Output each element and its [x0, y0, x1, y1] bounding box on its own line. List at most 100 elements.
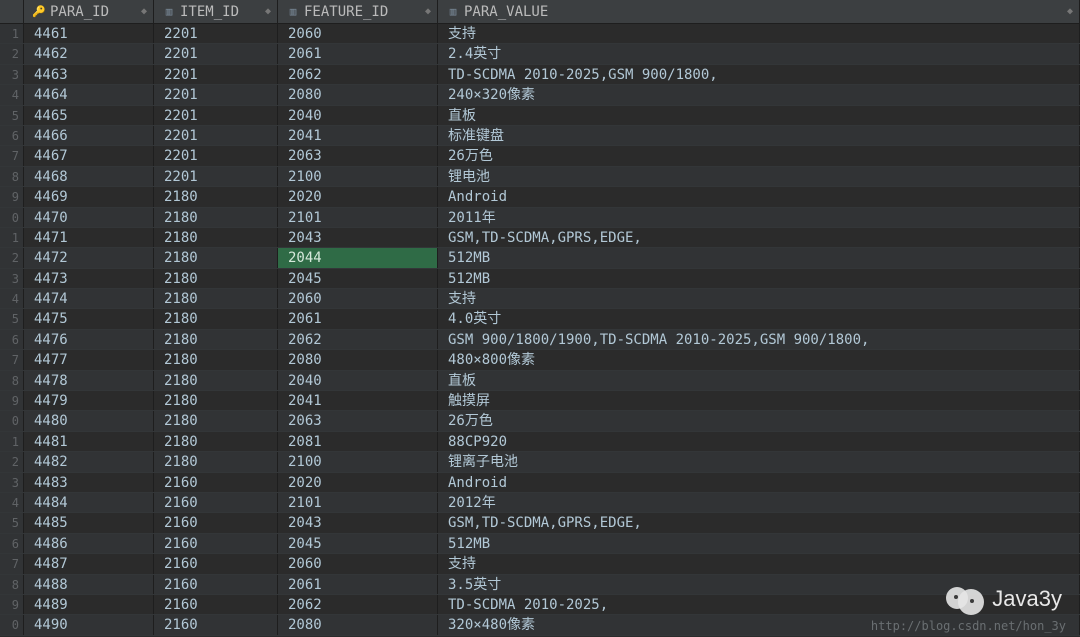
cell-para-value[interactable]: 2012年 — [438, 493, 1080, 512]
cell-para-value[interactable]: GSM 900/1800/1900,TD-SCDMA 2010-2025,GSM… — [438, 330, 1080, 349]
cell-para-id[interactable]: 4478 — [24, 371, 154, 390]
table-row[interactable]: 9447921802041触摸屏 — [0, 391, 1080, 411]
cell-feature-id[interactable]: 2061 — [278, 575, 438, 594]
cell-item-id[interactable]: 2160 — [154, 575, 278, 594]
table-row[interactable]: 2447221802044512MB — [0, 248, 1080, 268]
cell-para-id[interactable]: 4479 — [24, 391, 154, 410]
cell-feature-id[interactable]: 2044 — [278, 248, 438, 267]
cell-para-value[interactable]: Android — [438, 473, 1080, 492]
cell-item-id[interactable]: 2180 — [154, 452, 278, 471]
cell-para-id[interactable]: 4463 — [24, 65, 154, 84]
cell-feature-id[interactable]: 2100 — [278, 452, 438, 471]
table-row[interactable]: 044802180206326万色 — [0, 411, 1080, 431]
cell-feature-id[interactable]: 2061 — [278, 44, 438, 63]
cell-para-id[interactable]: 4483 — [24, 473, 154, 492]
cell-item-id[interactable]: 2180 — [154, 411, 278, 430]
cell-para-id[interactable]: 4468 — [24, 167, 154, 186]
cell-para-value[interactable]: 直板 — [438, 106, 1080, 125]
table-row[interactable]: 24462220120612.4英寸 — [0, 44, 1080, 64]
cell-feature-id[interactable]: 2062 — [278, 330, 438, 349]
cell-feature-id[interactable]: 2080 — [278, 85, 438, 104]
cell-item-id[interactable]: 2160 — [154, 554, 278, 573]
cell-para-value[interactable]: TD-SCDMA 2010-2025, — [438, 595, 1080, 614]
cell-para-id[interactable]: 4464 — [24, 85, 154, 104]
cell-feature-id[interactable]: 2045 — [278, 534, 438, 553]
cell-item-id[interactable]: 2180 — [154, 309, 278, 328]
table-row[interactable]: 9446921802020Android — [0, 187, 1080, 207]
table-row[interactable]: 7448721602060支持 — [0, 554, 1080, 574]
table-row[interactable]: 4447421802060支持 — [0, 289, 1080, 309]
column-header-para-id[interactable]: 🔑 PARA_ID ◆ — [24, 0, 154, 23]
cell-para-id[interactable]: 4484 — [24, 493, 154, 512]
column-header-item-id[interactable]: ▥ ITEM_ID ◆ — [154, 0, 278, 23]
cell-para-value[interactable]: 4.0英寸 — [438, 309, 1080, 328]
cell-item-id[interactable]: 2201 — [154, 24, 278, 43]
cell-para-id[interactable]: 4470 — [24, 208, 154, 227]
cell-item-id[interactable]: 2180 — [154, 330, 278, 349]
cell-para-value[interactable]: 2011年 — [438, 208, 1080, 227]
cell-item-id[interactable]: 2201 — [154, 167, 278, 186]
cell-item-id[interactable]: 2201 — [154, 106, 278, 125]
cell-para-id[interactable]: 4474 — [24, 289, 154, 308]
cell-feature-id[interactable]: 2080 — [278, 350, 438, 369]
table-row[interactable]: 9448921602062TD-SCDMA 2010-2025, — [0, 595, 1080, 615]
cell-para-value[interactable]: 3.5英寸 — [438, 575, 1080, 594]
cell-feature-id[interactable]: 2101 — [278, 208, 438, 227]
cell-para-value[interactable]: 26万色 — [438, 146, 1080, 165]
cell-feature-id[interactable]: 2060 — [278, 554, 438, 573]
cell-item-id[interactable]: 2180 — [154, 248, 278, 267]
cell-para-value[interactable]: 2.4英寸 — [438, 44, 1080, 63]
cell-item-id[interactable]: 2201 — [154, 126, 278, 145]
table-row[interactable]: 6446622012041标准键盘 — [0, 126, 1080, 146]
cell-para-value[interactable]: 26万色 — [438, 411, 1080, 430]
table-row[interactable]: 2448221802100锂离子电池 — [0, 452, 1080, 472]
cell-item-id[interactable]: 2160 — [154, 534, 278, 553]
cell-feature-id[interactable]: 2063 — [278, 146, 438, 165]
cell-para-value[interactable]: 240×320像素 — [438, 85, 1080, 104]
cell-feature-id[interactable]: 2062 — [278, 595, 438, 614]
table-row[interactable]: 744672201206326万色 — [0, 146, 1080, 166]
cell-para-value[interactable]: 480×800像素 — [438, 350, 1080, 369]
table-row[interactable]: 0449021602080320×480像素 — [0, 615, 1080, 635]
cell-para-value[interactable]: 直板 — [438, 371, 1080, 390]
cell-item-id[interactable]: 2180 — [154, 289, 278, 308]
cell-item-id[interactable]: 2180 — [154, 391, 278, 410]
cell-para-id[interactable]: 4465 — [24, 106, 154, 125]
cell-feature-id[interactable]: 2045 — [278, 269, 438, 288]
table-row[interactable]: 4446422012080240×320像素 — [0, 85, 1080, 105]
cell-para-id[interactable]: 4487 — [24, 554, 154, 573]
table-row[interactable]: 3448321602020Android — [0, 473, 1080, 493]
table-row[interactable]: 5448521602043GSM,TD-SCDMA,GPRS,EDGE, — [0, 513, 1080, 533]
cell-item-id[interactable]: 2160 — [154, 595, 278, 614]
cell-item-id[interactable]: 2180 — [154, 371, 278, 390]
cell-para-id[interactable]: 4466 — [24, 126, 154, 145]
cell-para-id[interactable]: 4490 — [24, 615, 154, 634]
cell-feature-id[interactable]: 2060 — [278, 289, 438, 308]
table-row[interactable]: 44484216021012012年 — [0, 493, 1080, 513]
cell-feature-id[interactable]: 2081 — [278, 432, 438, 451]
cell-item-id[interactable]: 2201 — [154, 146, 278, 165]
cell-feature-id[interactable]: 2041 — [278, 126, 438, 145]
cell-para-id[interactable]: 4481 — [24, 432, 154, 451]
table-row[interactable]: 8447821802040直板 — [0, 371, 1080, 391]
cell-feature-id[interactable]: 2040 — [278, 106, 438, 125]
cell-para-id[interactable]: 4472 — [24, 248, 154, 267]
cell-feature-id[interactable]: 2100 — [278, 167, 438, 186]
cell-item-id[interactable]: 2160 — [154, 473, 278, 492]
cell-para-id[interactable]: 4469 — [24, 187, 154, 206]
cell-para-value[interactable]: 512MB — [438, 269, 1080, 288]
table-row[interactable]: 3446322012062TD-SCDMA 2010-2025,GSM 900/… — [0, 65, 1080, 85]
cell-item-id[interactable]: 2180 — [154, 208, 278, 227]
cell-item-id[interactable]: 2160 — [154, 513, 278, 532]
cell-para-value[interactable]: 88CP920 — [438, 432, 1080, 451]
cell-para-value[interactable]: 锂电池 — [438, 167, 1080, 186]
cell-feature-id[interactable]: 2043 — [278, 513, 438, 532]
cell-feature-id[interactable]: 2043 — [278, 228, 438, 247]
column-header-para-value[interactable]: ▥ PARA_VALUE ◆ — [438, 0, 1080, 23]
table-row[interactable]: 6448621602045512MB — [0, 534, 1080, 554]
cell-feature-id[interactable]: 2041 — [278, 391, 438, 410]
cell-para-id[interactable]: 4467 — [24, 146, 154, 165]
cell-item-id[interactable]: 2180 — [154, 350, 278, 369]
table-row[interactable]: 1447121802043GSM,TD-SCDMA,GPRS,EDGE, — [0, 228, 1080, 248]
table-row[interactable]: 5446522012040直板 — [0, 106, 1080, 126]
